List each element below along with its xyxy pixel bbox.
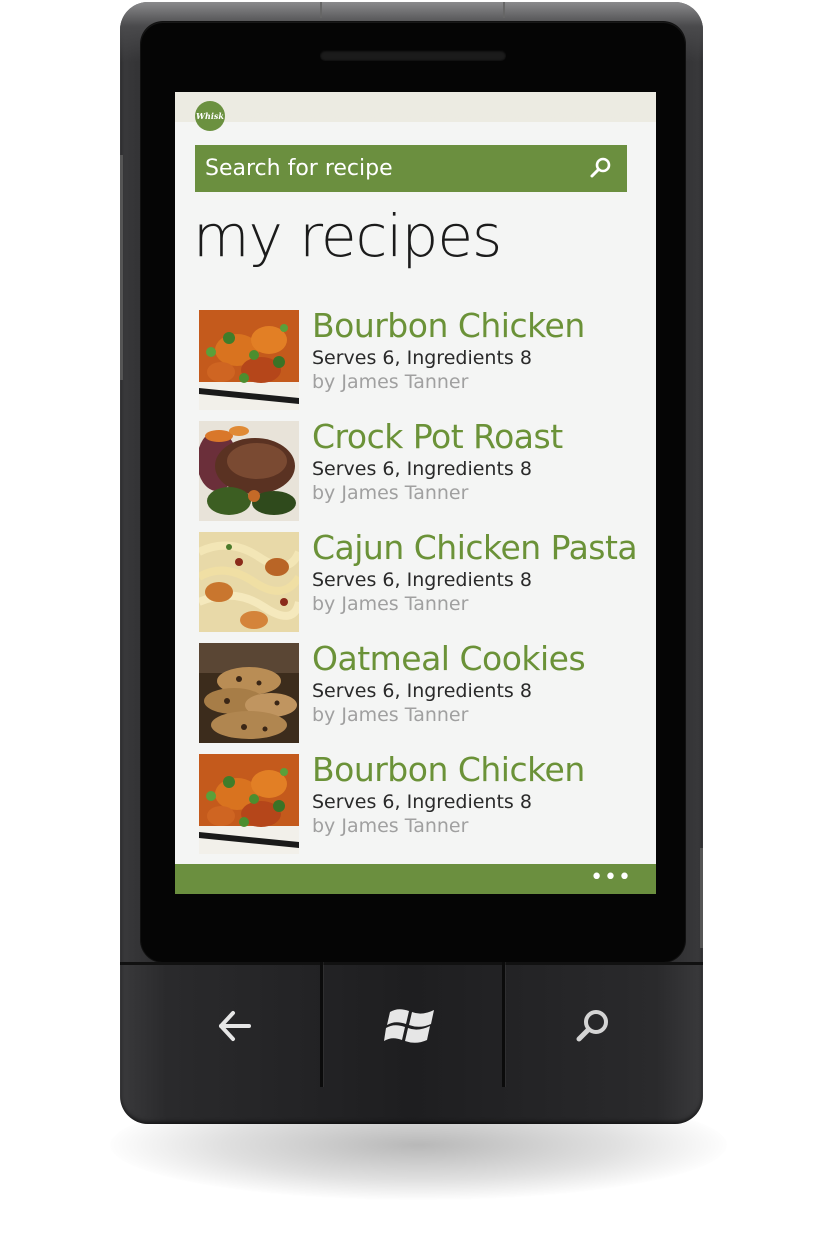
recipe-author: by James Tanner <box>312 704 469 726</box>
search-icon[interactable] <box>589 156 613 180</box>
recipe-title[interactable]: Bourbon Chicken <box>312 750 642 790</box>
more-options-button[interactable]: ••• <box>590 867 632 889</box>
bourbon-chicken-photo <box>199 310 299 410</box>
app-bar: ••• <box>175 864 656 894</box>
phone-seam <box>120 962 703 965</box>
bourbon-chicken-photo <box>199 754 299 854</box>
phone-seam <box>700 848 703 948</box>
page-title: my recipes <box>193 202 502 270</box>
earpiece-speaker <box>320 50 506 60</box>
recipe-item[interactable]: Cajun Chicken Pasta Serves 6, Ingredient… <box>199 528 639 643</box>
phone-seam <box>503 2 505 18</box>
recipe-meta: Serves 6, Ingredients 8 <box>312 569 532 591</box>
recipe-details: Bourbon Chicken Serves 6, Ingredients 8 … <box>312 306 642 394</box>
recipe-author: by James Tanner <box>312 371 469 393</box>
app-logo: Whisk <box>195 101 225 131</box>
recipe-title[interactable]: Bourbon Chicken <box>312 306 642 346</box>
recipe-meta: Serves 6, Ingredients 8 <box>312 458 532 480</box>
windows-logo-icon <box>384 1009 434 1043</box>
recipe-list: Bourbon Chicken Serves 6, Ingredients 8 … <box>199 306 639 865</box>
recipe-title[interactable]: Crock Pot Roast <box>312 417 642 457</box>
oatmeal-cookies-photo <box>199 643 299 743</box>
recipe-meta: Serves 6, Ingredients 8 <box>312 791 532 813</box>
recipe-item[interactable]: Oatmeal Cookies Serves 6, Ingredients 8 … <box>199 639 639 754</box>
recipe-title[interactable]: Oatmeal Cookies <box>312 639 642 679</box>
cajun-pasta-photo <box>199 532 299 632</box>
back-arrow-icon <box>219 1011 251 1041</box>
pot-roast-photo <box>199 421 299 521</box>
hardware-start-button[interactable] <box>322 966 502 1086</box>
recipe-item[interactable]: Bourbon Chicken Serves 6, Ingredients 8 … <box>199 306 639 421</box>
search-bar[interactable] <box>195 145 627 192</box>
recipe-details: Oatmeal Cookies Serves 6, Ingredients 8 … <box>312 639 642 727</box>
phone-seam <box>320 2 322 18</box>
hardware-back-button[interactable] <box>145 966 325 1086</box>
phone-screen: Whisk my recipes <box>175 92 656 894</box>
recipe-meta: Serves 6, Ingredients 8 <box>312 347 532 369</box>
header-scallop <box>175 92 656 122</box>
recipe-details: Crock Pot Roast Serves 6, Ingredients 8 … <box>312 417 642 505</box>
hardware-search-button[interactable] <box>503 966 683 1086</box>
recipe-author: by James Tanner <box>312 815 469 837</box>
phone-seam <box>120 155 123 380</box>
recipe-meta: Serves 6, Ingredients 8 <box>312 680 532 702</box>
recipe-details: Bourbon Chicken Serves 6, Ingredients 8 … <box>312 750 642 838</box>
recipe-title[interactable]: Cajun Chicken Pasta <box>312 528 642 568</box>
recipe-item[interactable]: Crock Pot Roast Serves 6, Ingredients 8 … <box>199 417 639 532</box>
recipe-item[interactable]: Bourbon Chicken Serves 6, Ingredients 8 … <box>199 750 639 865</box>
recipe-details: Cajun Chicken Pasta Serves 6, Ingredient… <box>312 528 642 616</box>
search-input[interactable] <box>205 156 565 181</box>
recipe-author: by James Tanner <box>312 593 469 615</box>
recipe-author: by James Tanner <box>312 482 469 504</box>
search-icon <box>576 1010 608 1042</box>
